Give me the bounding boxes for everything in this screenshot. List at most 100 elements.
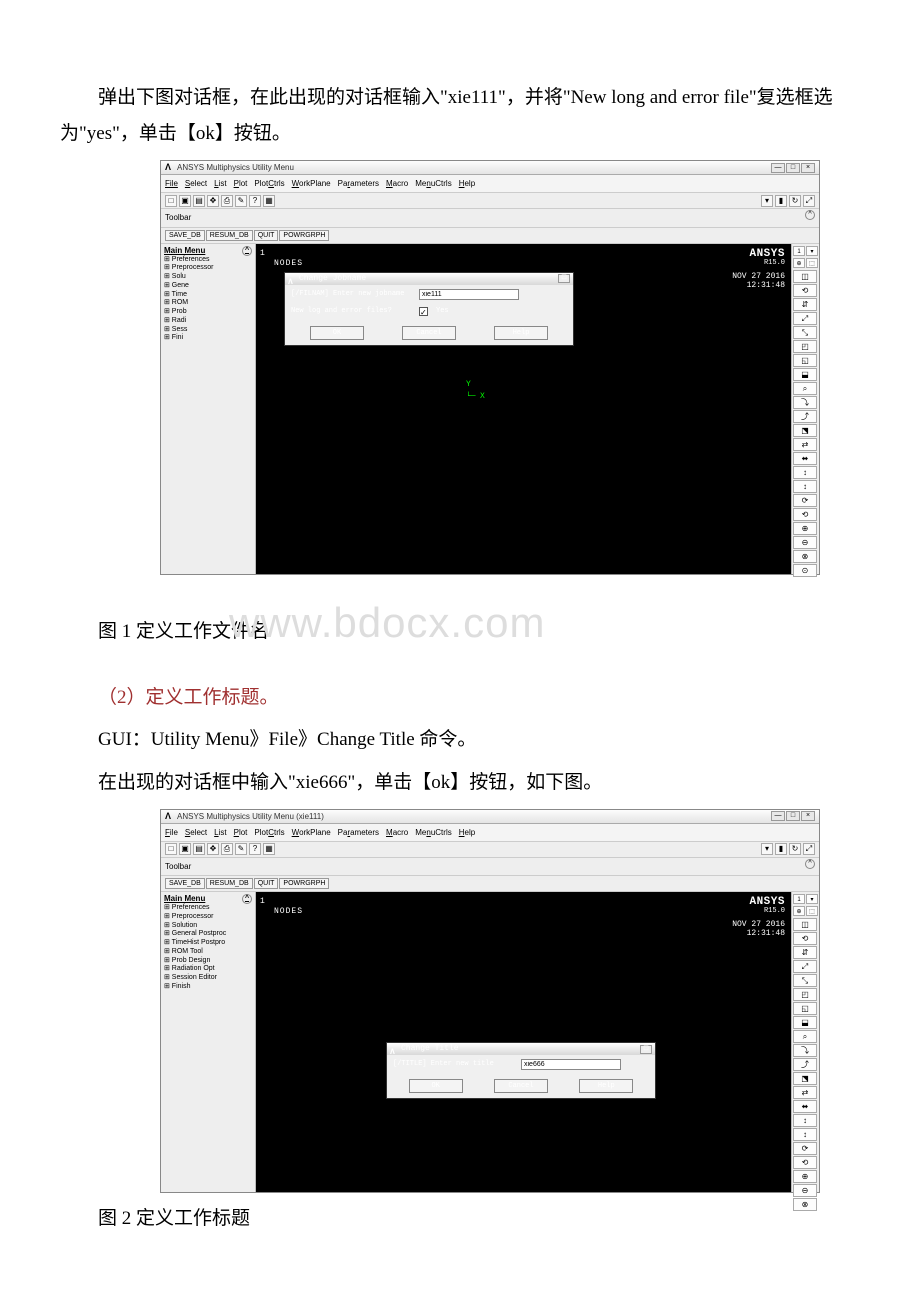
cancel-button[interactable]: Cancel [402,326,456,340]
pan-icon[interactable]: ✥ [207,195,219,207]
side-icon-16[interactable]: ↕ [793,480,817,493]
side-icon-2[interactable]: ⟲ [793,284,817,297]
side-icon-8[interactable]: ⬓ [793,1016,817,1029]
side-num-icon[interactable]: 1 [793,246,805,256]
side-topleft-icon[interactable]: ⊕ [793,258,805,268]
mm-timehist[interactable]: ⊞ Time [164,291,252,300]
toolbar-expand-icon[interactable]: ^ [805,859,815,869]
side-icon-12[interactable]: ⬔ [793,1072,817,1085]
side-icon-15[interactable]: ↕ [793,1114,817,1127]
side-topright-icon[interactable]: ⬚ [806,906,818,916]
side-icon-18[interactable]: ⟲ [793,508,817,521]
mm-fini[interactable]: ⊞ Fini [164,334,252,343]
side-icon-5[interactable]: ⤡ [793,326,817,339]
side-icon-3[interactable]: ⇵ [793,298,817,311]
mm-rom[interactable]: ⊞ ROM [164,299,252,308]
ok-button[interactable]: OK [409,1079,463,1093]
mm-radi[interactable]: ⊞ Radi [164,317,252,326]
help-button[interactable]: Help [494,326,548,340]
side-icon-9[interactable]: ⌕ [793,382,817,395]
maximize-icon[interactable]: □ [786,163,800,173]
dialog-close-icon[interactable]: ⊡ [640,1045,652,1054]
side-icon-20[interactable]: ⊖ [793,1184,817,1197]
image-icon[interactable]: ▦ [263,843,275,855]
close-icon[interactable]: × [801,163,815,173]
main-menu-expand-icon[interactable]: ^ [242,246,252,256]
resum-db-button[interactable]: RESUM_DB [206,230,253,241]
ok-button[interactable]: OK [310,326,364,340]
menu-plotctrls[interactable]: PlotCtrls [254,176,284,191]
mm-timehist[interactable]: ⊞ TimeHist Postpro [164,939,252,948]
save-db-button[interactable]: SAVE_DB [165,878,205,889]
title-input[interactable] [521,1059,621,1070]
minimize-icon[interactable]: — [771,163,785,173]
menu-list[interactable]: List [214,176,226,191]
menu-workplane[interactable]: WorkPlane [292,825,331,840]
mm-preferences[interactable]: ⊞ Preferences [164,904,252,913]
side-icon-1[interactable]: ◫ [793,918,817,931]
resum-db-button[interactable]: RESUM_DB [206,878,253,889]
report-icon[interactable]: ✎ [235,843,247,855]
view-icon[interactable]: ▮ [775,843,787,855]
side-icon-5[interactable]: ⤡ [793,974,817,987]
minimize-icon[interactable]: — [771,811,785,821]
pan-icon[interactable]: ✥ [207,843,219,855]
menu-macro[interactable]: Macro [386,176,408,191]
print-icon[interactable]: ⎙ [221,195,233,207]
powrgrph-button[interactable]: POWRGRPH [279,878,329,889]
open-icon[interactable]: ▣ [179,195,191,207]
side-icon-3[interactable]: ⇵ [793,946,817,959]
side-icon-16[interactable]: ↕ [793,1128,817,1141]
side-icon-9[interactable]: ⌕ [793,1030,817,1043]
side-icon-14[interactable]: ⬌ [793,1100,817,1113]
side-icon-10[interactable]: ⤵ [793,396,817,409]
menu-list[interactable]: List [214,825,226,840]
image-icon[interactable]: ▦ [263,195,275,207]
zoom-icon[interactable]: ⤢ [803,195,815,207]
quit-button[interactable]: QUIT [254,878,279,889]
side-icon-14[interactable]: ⬌ [793,452,817,465]
side-dd-icon[interactable]: ▾ [806,246,818,256]
dd-icon[interactable]: ▾ [761,843,773,855]
side-icon-15[interactable]: ↕ [793,466,817,479]
dd-icon[interactable]: ▾ [761,195,773,207]
mm-solution[interactable]: ⊞ Solu [164,273,252,282]
mm-solution[interactable]: ⊞ Solution [164,922,252,931]
side-icon-11[interactable]: ⤴ [793,410,817,423]
menu-help[interactable]: Help [459,825,475,840]
menu-parameters[interactable]: Parameters [338,825,379,840]
new-icon[interactable]: □ [165,843,177,855]
save-icon[interactable]: ▤ [193,195,205,207]
mm-prob[interactable]: ⊞ Prob [164,308,252,317]
side-icon-17[interactable]: ⟳ [793,1142,817,1155]
menu-parameters[interactable]: Parameters [338,176,379,191]
side-icon-18[interactable]: ⟲ [793,1156,817,1169]
side-topright-icon[interactable]: ⬚ [806,258,818,268]
side-icon-4[interactable]: ⤢ [793,960,817,973]
side-icon-13[interactable]: ⇄ [793,438,817,451]
yes-checkbox[interactable] [419,307,428,316]
mm-rom-tool[interactable]: ⊞ ROM Tool [164,948,252,957]
toolbar-expand-icon[interactable]: ^ [805,210,815,220]
side-icon-7[interactable]: ◱ [793,354,817,367]
menu-help[interactable]: Help [459,176,475,191]
menu-plot[interactable]: Plot [234,825,248,840]
mm-preprocessor[interactable]: ⊞ Preprocessor [164,913,252,922]
menu-menuctrls[interactable]: MenuCtrls [415,825,451,840]
side-topleft-icon[interactable]: ⊕ [793,906,805,916]
print-icon[interactable]: ⎙ [221,843,233,855]
side-icon-20[interactable]: ⊖ [793,536,817,549]
side-icon-19[interactable]: ⊕ [793,1170,817,1183]
side-icon-8[interactable]: ⬓ [793,368,817,381]
side-icon-1[interactable]: ◫ [793,270,817,283]
side-icon-22[interactable]: ⊙ [793,564,817,577]
side-icon-17[interactable]: ⟳ [793,494,817,507]
side-icon-6[interactable]: ◰ [793,988,817,1001]
close-icon[interactable]: × [801,811,815,821]
help-icon[interactable]: ? [249,195,261,207]
dialog-close-icon[interactable]: ⊡ [558,274,570,283]
help-button[interactable]: Help [579,1079,633,1093]
mm-prob-design[interactable]: ⊞ Prob Design [164,957,252,966]
menu-select[interactable]: Select [185,176,207,191]
mm-session-editor[interactable]: ⊞ Session Editor [164,974,252,983]
